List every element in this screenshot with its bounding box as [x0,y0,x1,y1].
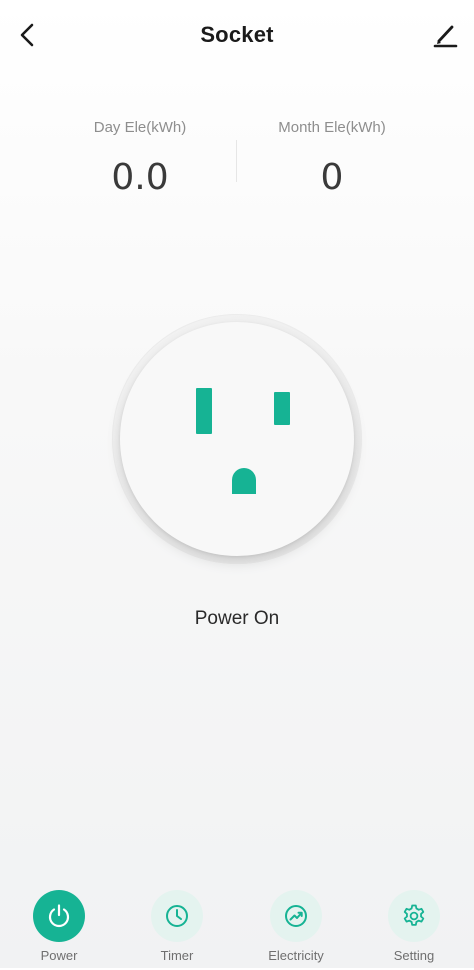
trend-up-icon [285,905,307,927]
nav-setting-circle [388,890,440,942]
edit-button[interactable] [428,18,462,52]
socket-toggle[interactable] [112,314,362,564]
socket-slot-right [274,392,290,425]
energy-stats: Day Ele(kWh) 0.0 Month Ele(kWh) 0 [0,112,474,202]
nav-setting-label: Setting [393,948,435,963]
nav-timer-label: Timer [160,948,194,963]
socket-ground-hole [232,468,256,494]
socket-screen: Socket Day Ele(kWh) 0.0 Month Ele(kWh) 0 [0,0,474,968]
gear-icon [403,904,425,926]
nav-power-circle [33,890,85,942]
power-icon [48,904,70,928]
socket-face [120,322,354,556]
nav-electricity-button[interactable]: Electricity [246,890,346,970]
month-electricity-stat: Month Ele(kWh) 0 [232,112,432,198]
page-title: Socket [200,22,274,47]
day-electricity-value: 0.0 [111,157,169,198]
bottom-nav: Power Timer Electricity Setting [0,884,474,968]
nav-electricity-circle [270,890,322,942]
socket-slot-left [196,388,212,434]
nav-power-label: Power [40,948,78,963]
nav-power-button[interactable]: Power [9,890,109,970]
nav-timer-circle [151,890,203,942]
header: Socket [0,0,474,72]
nav-setting-button[interactable]: Setting [364,890,464,970]
power-status-text: Power On [194,608,280,629]
day-electricity-label: Day Ele(kWh) [93,119,187,136]
day-electricity-stat: Day Ele(kWh) 0.0 [40,112,240,198]
clock-icon [166,905,188,927]
month-electricity-value: 0 [320,157,344,198]
nav-timer-button[interactable]: Timer [127,890,227,970]
pencil-icon [433,25,458,48]
month-electricity-label: Month Ele(kWh) [278,119,386,136]
nav-electricity-label: Electricity [268,948,324,963]
